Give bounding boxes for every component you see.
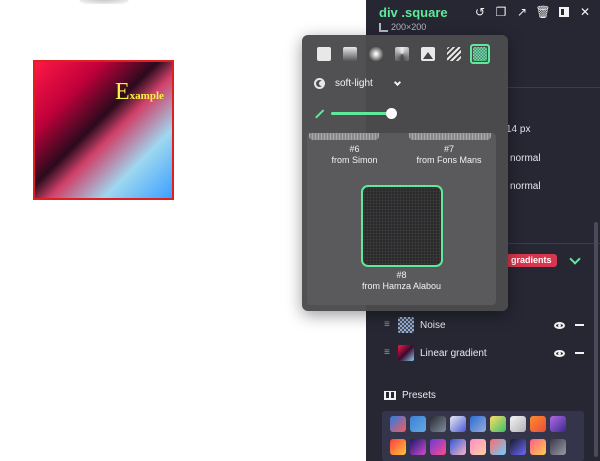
gallery-item-7[interactable]: #7 from Fons Mans bbox=[402, 144, 496, 166]
preset-swatch[interactable] bbox=[450, 416, 466, 432]
gallery-item-author: from Fons Mans bbox=[416, 155, 482, 165]
remove-icon[interactable] bbox=[575, 352, 584, 354]
image-type-button[interactable] bbox=[418, 44, 438, 64]
preset-swatch[interactable] bbox=[490, 438, 506, 455]
window-shadow bbox=[78, 0, 130, 4]
layout-icon[interactable] bbox=[556, 4, 572, 20]
linear-gradient-thumbnail bbox=[398, 345, 414, 361]
gradients-badge: gradients bbox=[506, 254, 557, 267]
opacity-slider[interactable] bbox=[314, 108, 397, 119]
preset-swatch[interactable] bbox=[550, 438, 566, 455]
selected-element-title: div .square bbox=[379, 5, 448, 20]
linear-gradient-type-icon bbox=[343, 47, 357, 61]
noise-thumbnail-8[interactable] bbox=[360, 185, 443, 267]
radial-gradient-type-icon bbox=[369, 47, 383, 61]
panel-toolbar: ↺ ❐ ↗ 🗑 ✕ bbox=[472, 4, 593, 20]
element-dimensions: 200×200 bbox=[379, 22, 426, 32]
preset-swatch[interactable] bbox=[550, 416, 566, 432]
preset-swatch[interactable] bbox=[410, 438, 426, 455]
chevron-down-icon[interactable] bbox=[393, 78, 401, 86]
example-text-big: E bbox=[115, 79, 130, 105]
preset-swatch[interactable] bbox=[490, 416, 506, 432]
font-size-value[interactable]: 14 px bbox=[506, 124, 530, 135]
presets-title: Presets bbox=[402, 390, 436, 401]
preset-swatch[interactable] bbox=[430, 416, 446, 432]
drag-handle-icon[interactable]: ≡ bbox=[384, 320, 392, 330]
preset-swatch[interactable] bbox=[450, 438, 466, 455]
tab-strip bbox=[502, 68, 600, 88]
presets-grid bbox=[382, 411, 584, 461]
eye-icon[interactable] bbox=[554, 321, 565, 329]
noise-thumbnail-6[interactable] bbox=[309, 133, 379, 140]
book-icon bbox=[384, 391, 396, 400]
preset-swatch[interactable] bbox=[470, 438, 486, 455]
preset-swatch[interactable] bbox=[390, 416, 406, 432]
copy-icon[interactable]: ❐ bbox=[493, 4, 509, 20]
example-text-small: xample bbox=[129, 90, 164, 102]
presets-header: Presets bbox=[384, 390, 436, 401]
noise-thumbnail-7[interactable] bbox=[409, 133, 491, 140]
gallery-item-number: #7 bbox=[443, 144, 454, 154]
preset-swatch[interactable] bbox=[390, 438, 406, 455]
preset-swatch[interactable] bbox=[430, 438, 446, 455]
layer-label: Noise bbox=[420, 319, 446, 331]
dimensions-value: 200×200 bbox=[391, 22, 427, 32]
noise-type-button[interactable] bbox=[470, 44, 490, 64]
linear-gradient-type-button[interactable] bbox=[340, 44, 360, 64]
blend-mode-select[interactable]: soft-light bbox=[314, 78, 401, 89]
conic-gradient-type-button[interactable] bbox=[392, 44, 412, 64]
preview-square[interactable]: E xample bbox=[33, 60, 174, 200]
undo-icon[interactable]: ↺ bbox=[472, 4, 488, 20]
gallery-item-author: from Hamza Alabou bbox=[361, 281, 442, 291]
trash-icon[interactable]: 🗑 bbox=[535, 4, 551, 20]
close-icon[interactable]: ✕ bbox=[577, 4, 593, 20]
gallery-item-8[interactable]: #8 from Hamza Alabou bbox=[307, 185, 496, 292]
image-type-icon bbox=[421, 47, 435, 61]
slider-thumb[interactable] bbox=[386, 108, 397, 119]
layer-label: Linear gradient bbox=[420, 347, 487, 359]
resize-icon bbox=[314, 109, 323, 118]
pattern-type-button[interactable] bbox=[444, 44, 464, 64]
example-text: E xample bbox=[115, 80, 164, 104]
layer-item-noise[interactable]: ≡ Noise bbox=[384, 315, 584, 335]
layer-type-selector bbox=[314, 44, 490, 64]
font-style-value[interactable]: normal bbox=[510, 181, 541, 192]
font-weight-value[interactable]: normal bbox=[510, 153, 541, 164]
blend-mode-icon bbox=[314, 78, 325, 89]
preset-swatch[interactable] bbox=[410, 416, 426, 432]
gallery-item-6[interactable]: #6 from Simon bbox=[307, 144, 402, 166]
remove-icon[interactable] bbox=[575, 324, 584, 326]
layer-item-linear-gradient[interactable]: ≡ Linear gradient bbox=[384, 343, 584, 363]
slider-track[interactable] bbox=[331, 108, 397, 119]
dimensions-icon bbox=[379, 22, 388, 32]
panel-scrollbar[interactable] bbox=[594, 222, 598, 457]
background-layer-popover: soft-light #6 from Simon #7 from Fons Ma… bbox=[302, 35, 508, 311]
preset-swatch[interactable] bbox=[530, 438, 546, 455]
conic-gradient-type-icon bbox=[395, 47, 409, 61]
preset-swatch[interactable] bbox=[510, 416, 526, 432]
radial-gradient-type-button[interactable] bbox=[366, 44, 386, 64]
pattern-type-icon bbox=[447, 47, 461, 61]
solid-color-type-icon bbox=[317, 47, 331, 61]
blend-mode-value[interactable]: soft-light bbox=[335, 78, 373, 89]
gallery-item-number: #8 bbox=[396, 270, 407, 280]
preset-swatch[interactable] bbox=[530, 416, 546, 432]
drag-handle-icon[interactable]: ≡ bbox=[384, 348, 392, 358]
noise-thumbnail bbox=[398, 317, 414, 333]
solid-color-type-button[interactable] bbox=[314, 44, 334, 64]
gallery-item-number: #6 bbox=[349, 144, 360, 154]
noise-type-icon bbox=[473, 47, 487, 61]
noise-gallery: #6 from Simon #7 from Fons Mans #8 from … bbox=[307, 133, 496, 305]
preset-swatch[interactable] bbox=[510, 438, 526, 455]
eye-icon[interactable] bbox=[554, 349, 565, 357]
external-link-icon[interactable]: ↗ bbox=[514, 4, 530, 20]
preset-swatch[interactable] bbox=[470, 416, 486, 432]
chevron-down-icon[interactable] bbox=[569, 253, 581, 265]
gallery-item-author: from Simon bbox=[331, 155, 378, 165]
